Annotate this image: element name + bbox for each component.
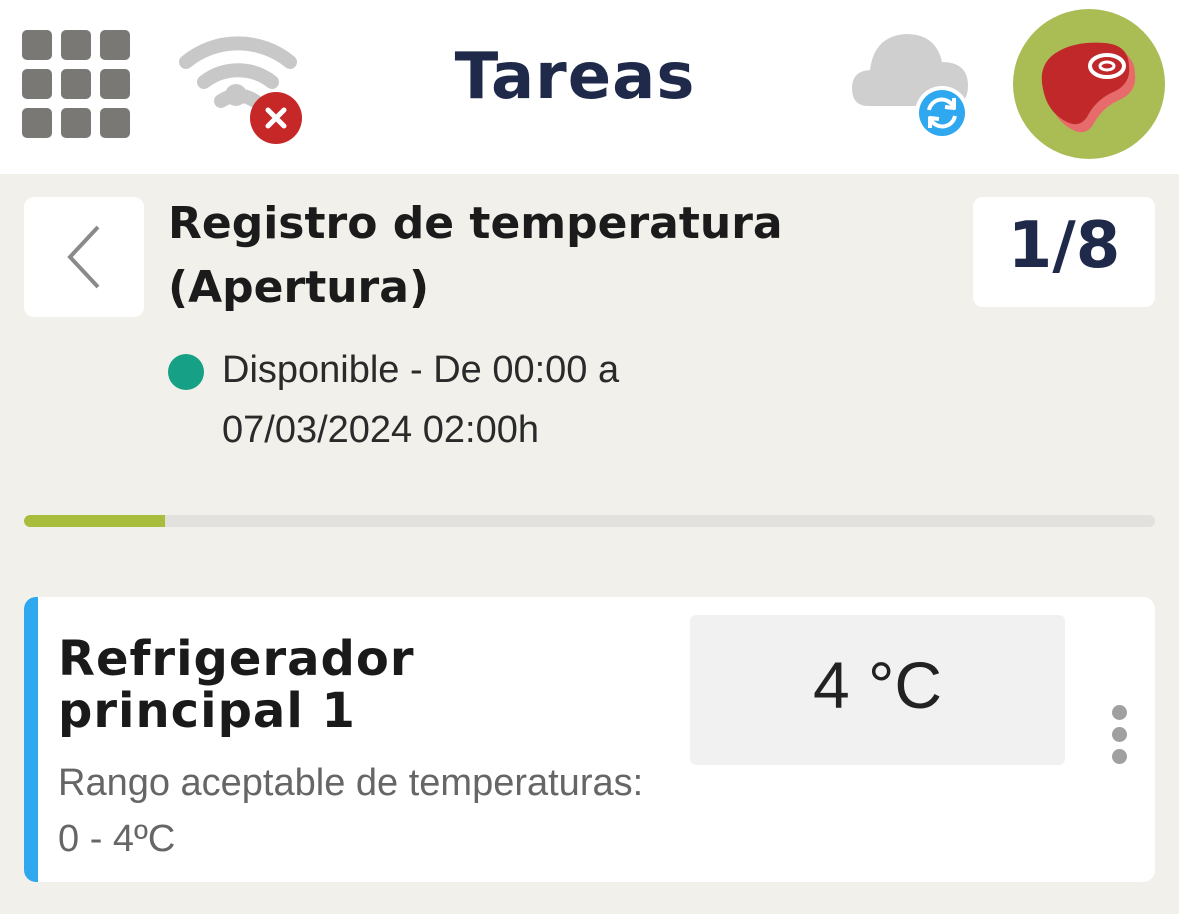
card-description: Rango aceptable de temperaturas: 0 - 4ºC [58,762,644,860]
task-title: Registro de temperatura (Apertura) [168,198,783,313]
status-dot [168,354,204,390]
dot-icon [1111,749,1127,764]
more-options-button[interactable] [1104,705,1134,769]
temperature-input[interactable]: 4 °C [690,615,1065,765]
task-card[interactable]: Refrigerador principal 1 Rango aceptable… [24,597,1155,882]
dot-icon [1111,727,1127,742]
card-accent [24,597,38,882]
wifi-off-icon[interactable] [178,22,308,147]
cloud-sync-icon[interactable] [848,26,973,141]
task-counter: 1/8 [973,197,1155,307]
progress-bar [24,515,1155,527]
grid-icon[interactable] [22,30,130,138]
dot-icon [1111,705,1127,720]
avatar[interactable] [1013,9,1165,159]
chevron-left-icon [67,225,100,289]
top-bar: Tareas [0,0,1179,174]
card-title: Refrigerador principal 1 [58,631,415,739]
back-button[interactable] [24,197,144,317]
progress-fill [24,515,166,527]
status-text: Disponible - De 00:00 a 07/03/2024 02:00… [222,349,620,451]
meat-steak-icon [1041,42,1136,133]
page-title: Tareas [454,40,696,114]
